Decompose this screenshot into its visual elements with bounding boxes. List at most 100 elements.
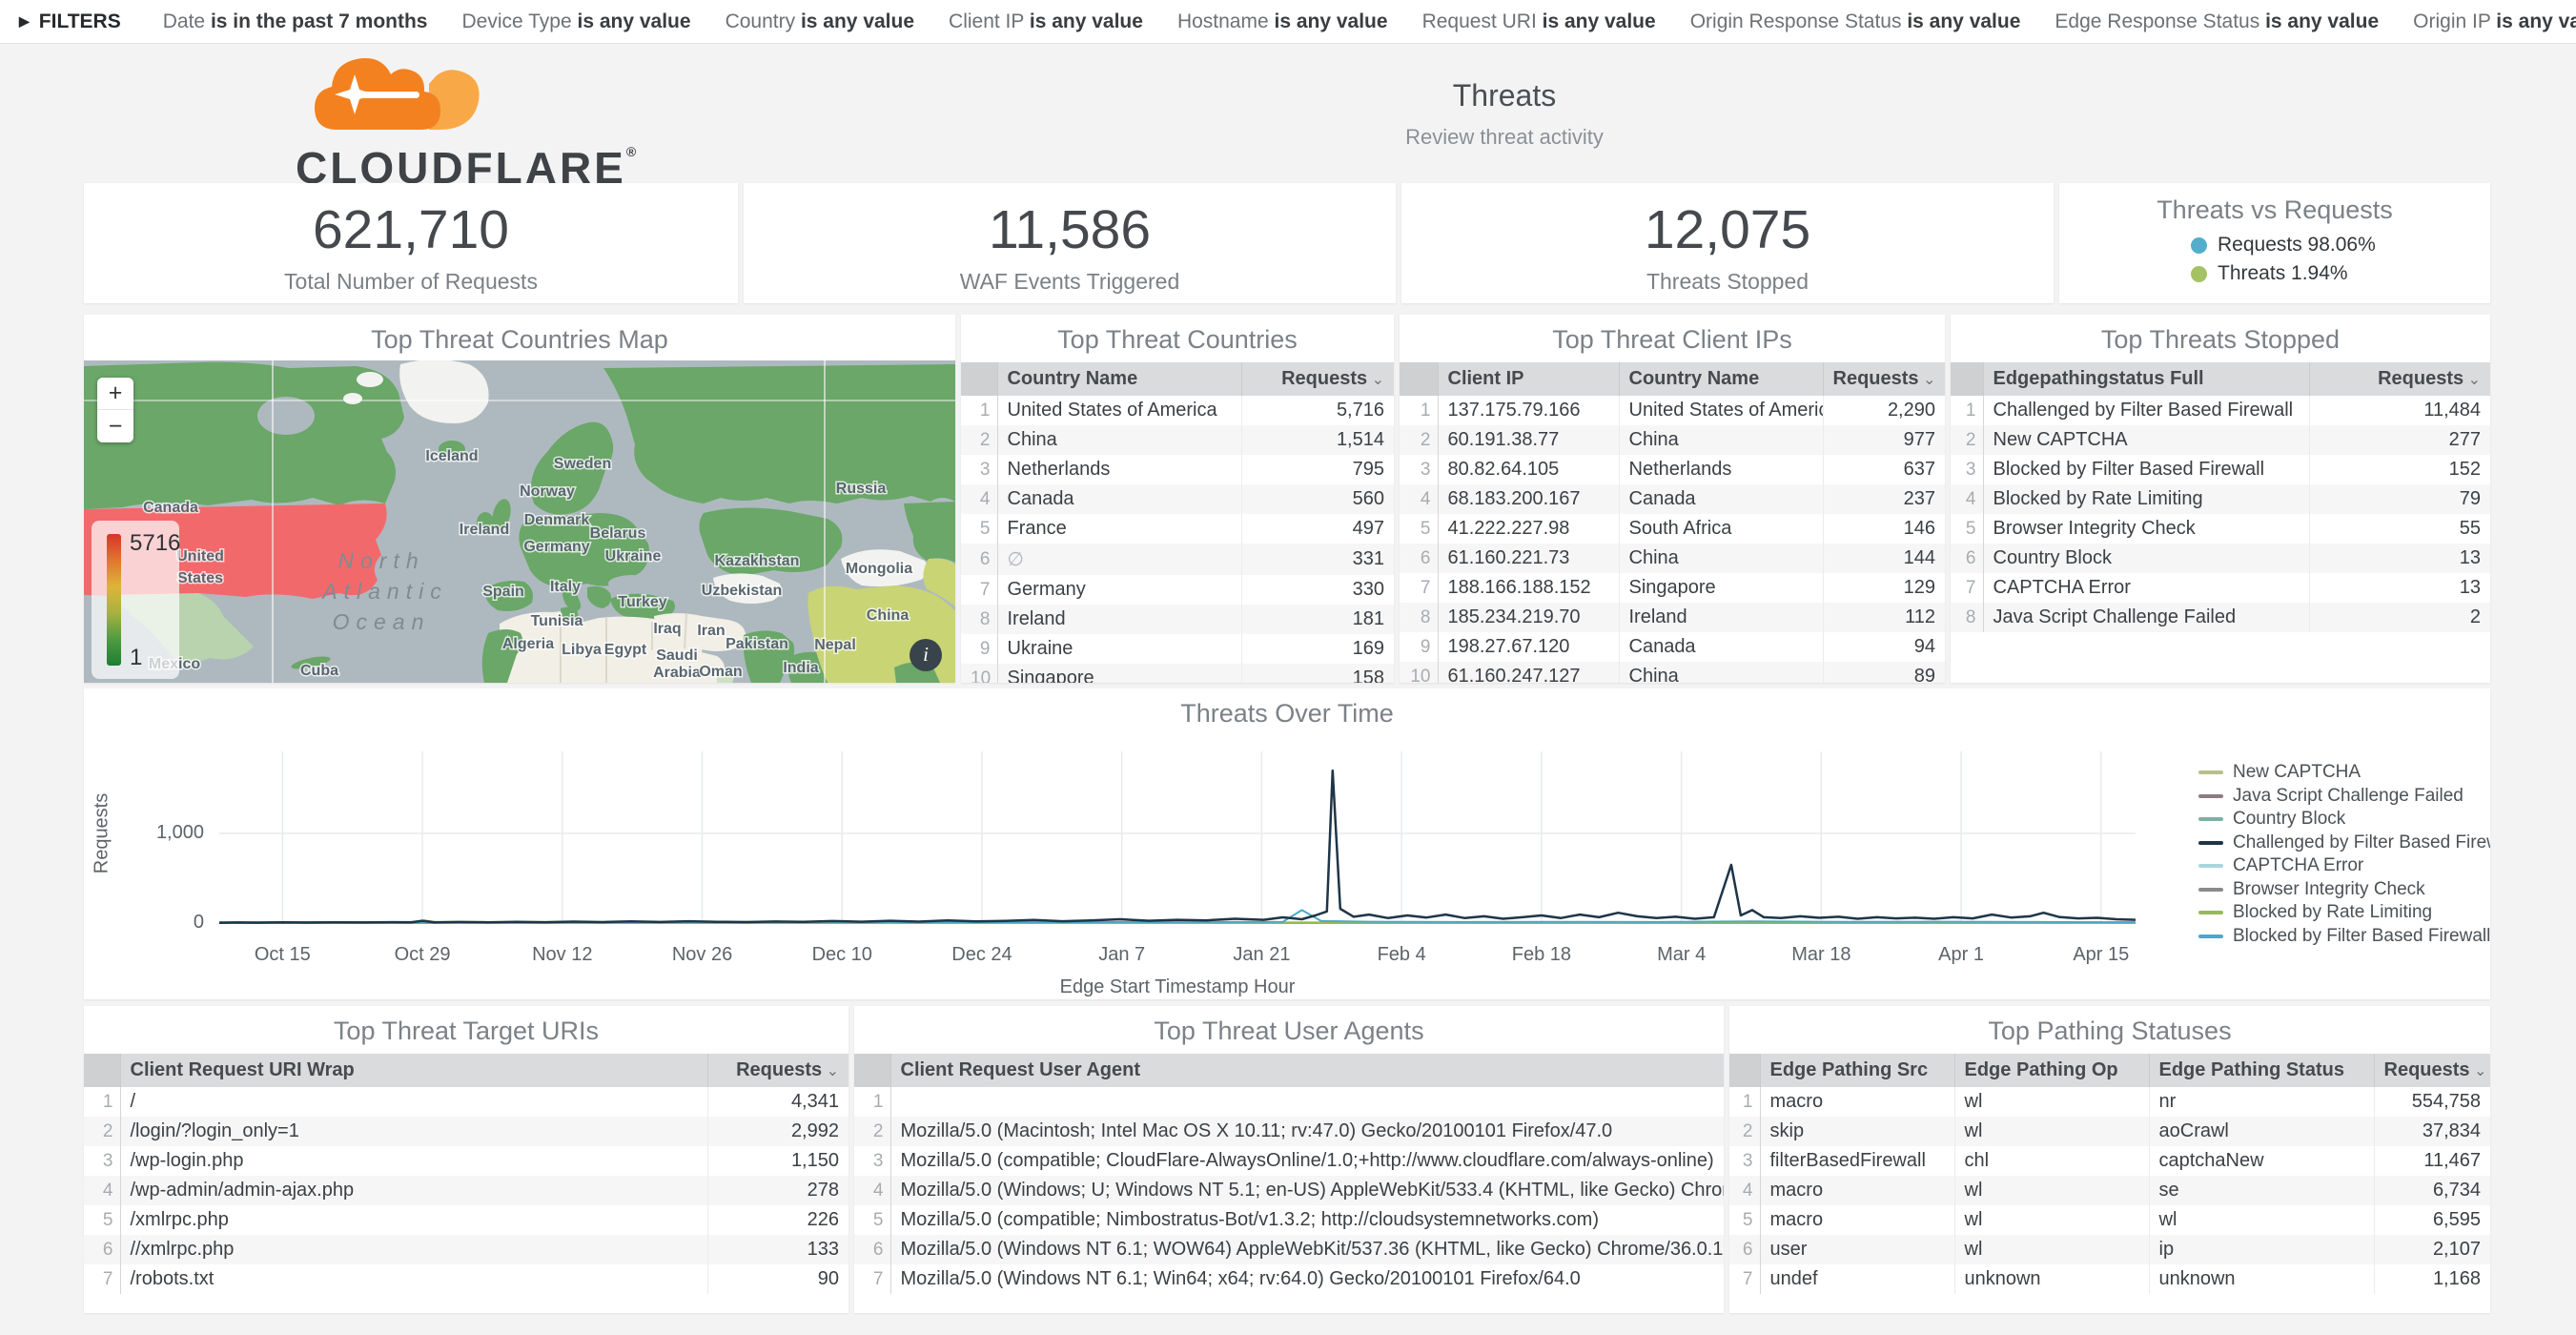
sort-caret-icon[interactable]: ⌄ xyxy=(2470,1063,2487,1079)
table-row[interactable]: 3filterBasedFirewallchlcaptchaNew11,467 xyxy=(1729,1146,2490,1176)
filters-toggle[interactable]: ▶ FILTERS xyxy=(19,10,121,33)
sort-caret-icon[interactable]: ⌄ xyxy=(1367,372,1384,388)
table-row[interactable]: 3/wp-login.php1,150 xyxy=(84,1146,848,1176)
filter-item[interactable]: Request URI is any value xyxy=(1422,10,1656,33)
column-header[interactable]: Edgepathingstatus Full xyxy=(1983,362,2309,396)
table-row[interactable]: 7CAPTCHA Error13 xyxy=(1951,573,2490,603)
table-row[interactable]: 1Challenged by Filter Based Firewall11,4… xyxy=(1951,396,2490,425)
zoom-out-button[interactable]: − xyxy=(97,410,133,442)
filter-item[interactable]: Hostname is any value xyxy=(1177,10,1388,33)
table-cell: 55 xyxy=(2309,514,2490,544)
table-row[interactable]: 2New CAPTCHA277 xyxy=(1951,425,2490,455)
legend-item[interactable]: Browser Integrity Check xyxy=(2198,878,2490,902)
column-header[interactable]: Client Request User Agent xyxy=(890,1054,1724,1087)
row-index: 2 xyxy=(1951,425,1983,455)
table-row[interactable]: 6Country Block13 xyxy=(1951,544,2490,573)
table-row[interactable]: 6//xmlrpc.php133 xyxy=(84,1235,848,1264)
table-row[interactable]: 7188.166.188.152Singapore129 xyxy=(1400,573,1945,603)
table-row[interactable]: 9198.27.67.120Canada94 xyxy=(1400,632,1945,662)
table-row[interactable]: 2/login/?login_only=12,992 xyxy=(84,1117,848,1146)
map-region-russia[interactable] xyxy=(603,364,955,503)
table-row[interactable]: 5macrowlwl6,595 xyxy=(1729,1205,2490,1235)
table-row[interactable]: 4Mozilla/5.0 (Windows; U; Windows NT 5.1… xyxy=(854,1176,1724,1205)
column-header[interactable]: Client Request URI Wrap xyxy=(120,1054,707,1087)
table-row[interactable]: 8185.234.219.70Ireland112 xyxy=(1400,603,1945,632)
table-row[interactable]: 5Mozilla/5.0 (compatible; Nimbostratus-B… xyxy=(854,1205,1724,1235)
legend-item[interactable]: Blocked by Filter Based Firewall xyxy=(2198,925,2490,949)
legend-item[interactable]: Challenged by Filter Based Firewall xyxy=(2198,832,2490,855)
table-row[interactable]: 9Ukraine169 xyxy=(961,634,1394,664)
table-row[interactable]: 5France497 xyxy=(961,514,1394,544)
column-header[interactable]: Requests ⌄ xyxy=(2309,362,2490,396)
table-row[interactable]: 1 xyxy=(854,1087,1724,1117)
table-row[interactable]: 4macrowlse6,734 xyxy=(1729,1176,2490,1205)
filter-item[interactable]: Client IP is any value xyxy=(949,10,1143,33)
table-row[interactable]: 6userwlip2,107 xyxy=(1729,1235,2490,1264)
filter-item[interactable]: Country is any value xyxy=(726,10,914,33)
table-row[interactable]: 380.82.64.105Netherlands637 xyxy=(1400,455,1945,484)
table-row[interactable]: 2Mozilla/5.0 (Macintosh; Intel Mac OS X … xyxy=(854,1117,1724,1146)
filter-item[interactable]: Edge Response Status is any value xyxy=(2055,10,2379,33)
table-row[interactable]: 5/xmlrpc.php226 xyxy=(84,1205,848,1235)
table-row[interactable]: 468.183.200.167Canada237 xyxy=(1400,484,1945,514)
table-cell: ip xyxy=(2149,1235,2374,1264)
sort-caret-icon[interactable]: ⌄ xyxy=(822,1063,839,1079)
table-row[interactable]: 7undefunknownunknown1,168 xyxy=(1729,1264,2490,1294)
filter-item[interactable]: Device Type is any value xyxy=(461,10,690,33)
table-row[interactable]: 2China1,514 xyxy=(961,425,1394,455)
data-table: Edge Pathing SrcEdge Pathing OpEdge Path… xyxy=(1729,1054,2490,1294)
legend-item[interactable]: CAPTCHA Error xyxy=(2198,854,2490,878)
column-header[interactable]: Edge Pathing Status xyxy=(2149,1054,2374,1087)
data-table: Client IPCountry NameRequests ⌄1137.175.… xyxy=(1400,362,1945,683)
table-row[interactable]: 7Mozilla/5.0 (Windows NT 6.1; Win64; x64… xyxy=(854,1264,1724,1294)
table-row[interactable]: 541.222.227.98South Africa146 xyxy=(1400,514,1945,544)
zoom-in-button[interactable]: + xyxy=(97,378,133,410)
table-row[interactable]: 7Germany330 xyxy=(961,575,1394,605)
sort-caret-icon[interactable]: ⌄ xyxy=(2464,372,2481,388)
column-header[interactable]: Requests ⌄ xyxy=(2374,1054,2490,1087)
column-header[interactable]: Requests ⌄ xyxy=(707,1054,848,1087)
filter-item[interactable]: Date is in the past 7 months xyxy=(163,10,428,33)
table-row[interactable]: 4Canada560 xyxy=(961,484,1394,514)
threats-over-time-chart[interactable] xyxy=(219,748,2136,938)
sort-caret-icon[interactable]: ⌄ xyxy=(1919,372,1936,388)
column-header[interactable]: Country Name xyxy=(997,362,1241,396)
world-map[interactable]: CanadaUnitedStatesMexicoCubaIcelandIrela… xyxy=(84,360,955,683)
column-header[interactable]: Client IP xyxy=(1438,362,1619,396)
column-header[interactable]: Country Name xyxy=(1619,362,1823,396)
column-header[interactable]: Requests ⌄ xyxy=(1241,362,1394,396)
column-header[interactable]: Edge Pathing Src xyxy=(1760,1054,1954,1087)
filter-item[interactable]: Origin IP is any value xyxy=(2413,10,2576,33)
table-row[interactable]: 2skipwlaoCrawl37,834 xyxy=(1729,1117,2490,1146)
table-row[interactable]: 4Blocked by Rate Limiting79 xyxy=(1951,484,2490,514)
legend-item[interactable]: New CAPTCHA xyxy=(2198,761,2490,785)
table-row[interactable]: 1061.160.247.127China89 xyxy=(1400,662,1945,683)
table-row[interactable]: 10Singapore158 xyxy=(961,664,1394,683)
table-row[interactable]: 3Blocked by Filter Based Firewall152 xyxy=(1951,455,2490,484)
table-row[interactable]: 8Ireland181 xyxy=(961,605,1394,634)
legend-item[interactable]: Country Block xyxy=(2198,808,2490,832)
table-row[interactable]: 3Netherlands795 xyxy=(961,455,1394,484)
table-row[interactable]: 260.191.38.77China977 xyxy=(1400,425,1945,455)
table-row[interactable]: 6Mozilla/5.0 (Windows NT 6.1; WOW64) App… xyxy=(854,1235,1724,1264)
column-header[interactable]: Requests ⌄ xyxy=(1823,362,1945,396)
table-row[interactable]: 5Browser Integrity Check55 xyxy=(1951,514,2490,544)
legend-item[interactable]: Blocked by Rate Limiting xyxy=(2198,901,2490,925)
x-tick-label: Oct 15 xyxy=(255,944,311,966)
table-row[interactable]: 8Java Script Challenge Failed2 xyxy=(1951,603,2490,632)
legend-item[interactable]: Requests 98.06% xyxy=(2191,231,2490,259)
table-row[interactable]: 1137.175.79.166United States of America2… xyxy=(1400,396,1945,425)
table-row[interactable]: 3Mozilla/5.0 (compatible; CloudFlare-Alw… xyxy=(854,1146,1724,1176)
table-row[interactable]: 1United States of America5,716 xyxy=(961,396,1394,425)
table-row[interactable]: 1macrowlnr554,758 xyxy=(1729,1087,2490,1117)
legend-item[interactable]: Threats 1.94% xyxy=(2191,259,2490,288)
map-info-button[interactable]: i xyxy=(910,639,942,671)
filter-item[interactable]: Origin Response Status is any value xyxy=(1690,10,2021,33)
legend-item[interactable]: Java Script Challenge Failed xyxy=(2198,785,2490,809)
table-row[interactable]: 6∅331 xyxy=(961,544,1394,575)
table-row[interactable]: 1/4,341 xyxy=(84,1087,848,1117)
column-header[interactable]: Edge Pathing Op xyxy=(1954,1054,2149,1087)
table-row[interactable]: 4/wp-admin/admin-ajax.php278 xyxy=(84,1176,848,1205)
table-row[interactable]: 7/robots.txt90 xyxy=(84,1264,848,1294)
table-row[interactable]: 661.160.221.73China144 xyxy=(1400,544,1945,573)
